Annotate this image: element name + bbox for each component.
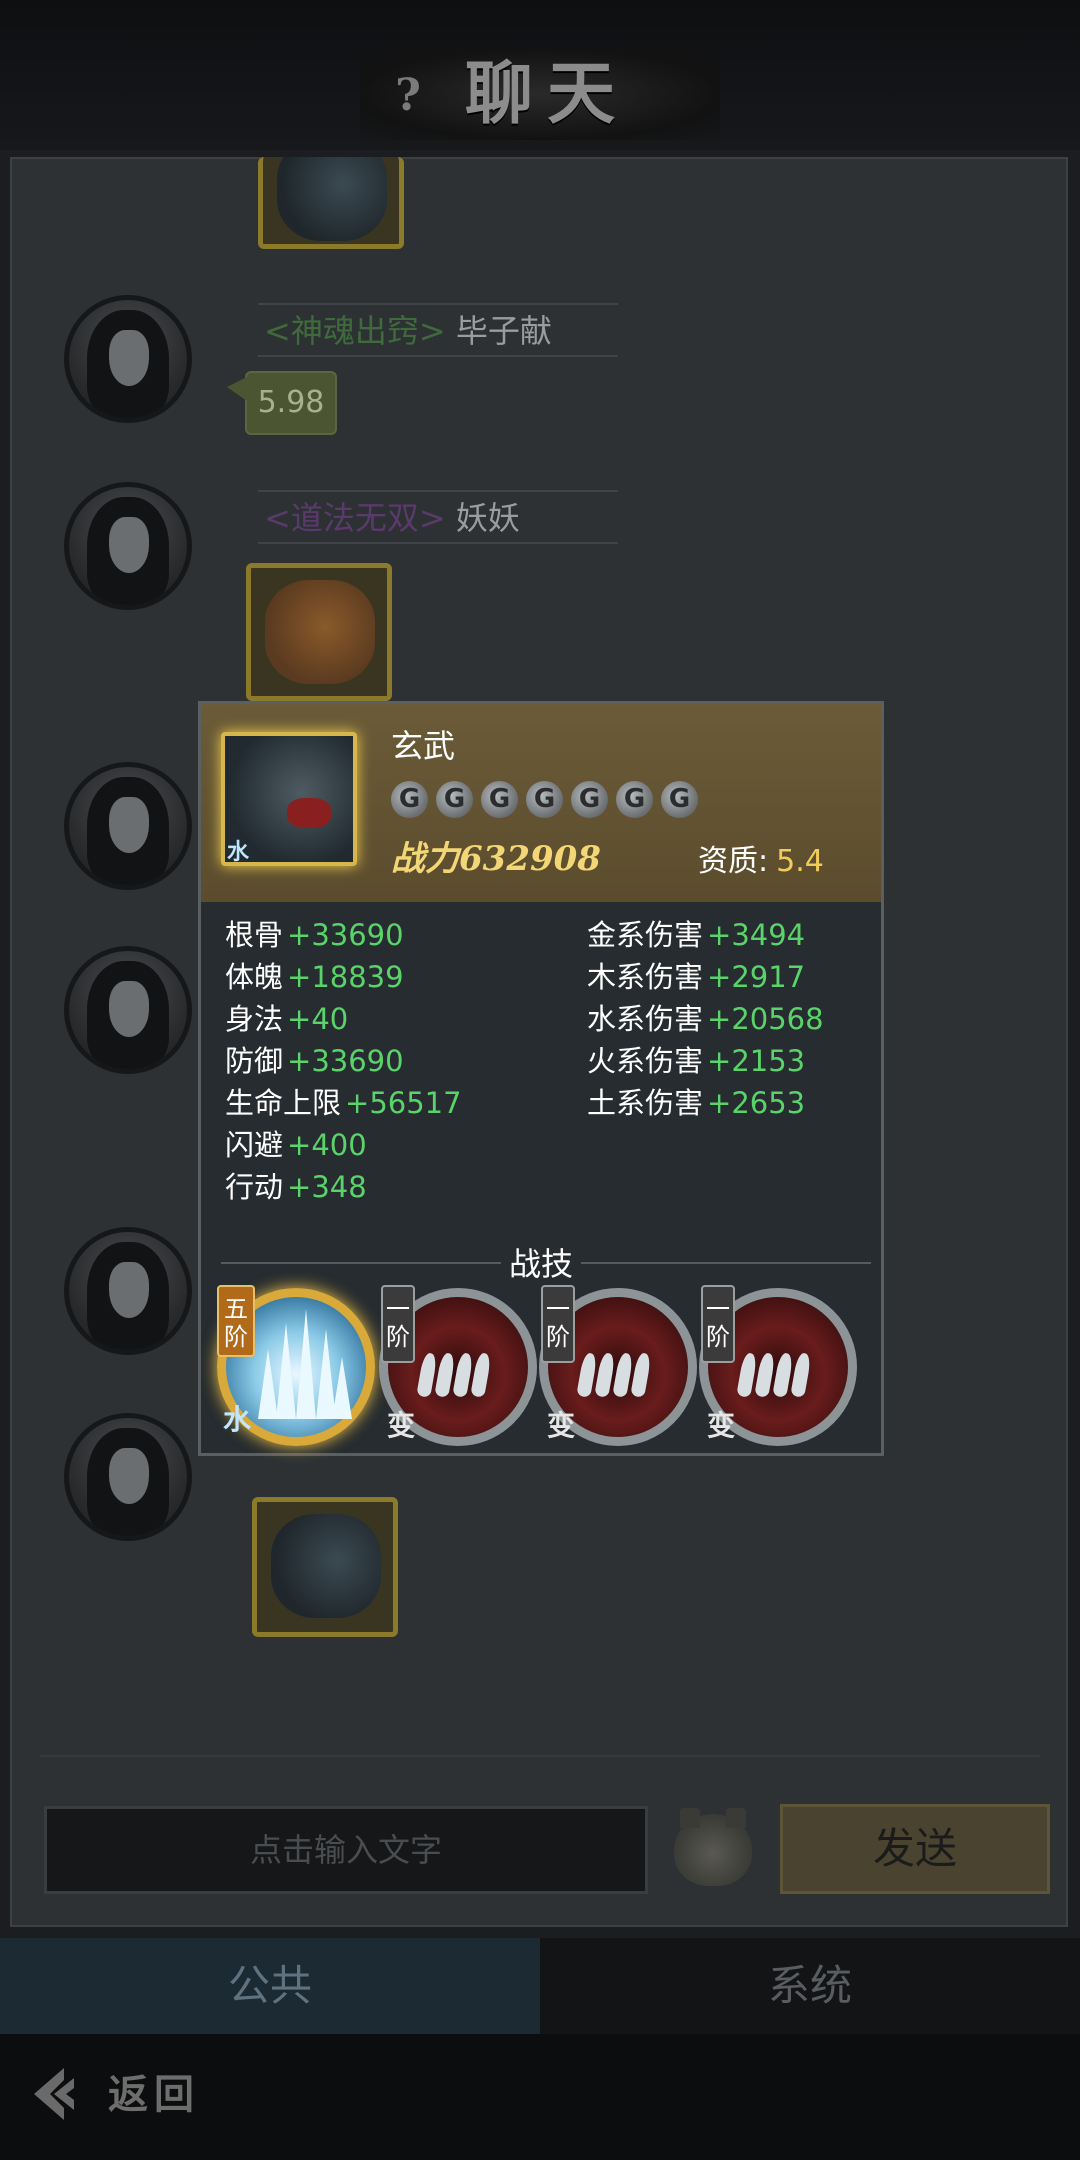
avatar[interactable] — [64, 482, 192, 610]
pet-name: 玄武 — [391, 727, 456, 765]
stat-value: +33690 — [287, 1044, 404, 1078]
skill-tier-badge: 五阶 — [217, 1285, 255, 1357]
skill-element-mark: 变 — [387, 1409, 416, 1442]
stat-row: 行动 +348 — [225, 1166, 462, 1208]
power-value: 632908 — [459, 839, 601, 879]
help-icon[interactable]: ? — [385, 70, 431, 122]
element-badge: 水 — [227, 840, 250, 865]
avatar[interactable] — [64, 946, 192, 1074]
stat-value: +33690 — [287, 918, 404, 952]
star-icon: G — [571, 781, 608, 818]
stat-value: +40 — [287, 1002, 349, 1036]
stat-label: 金系伤害 — [587, 918, 704, 952]
skill-tier-badge: 一阶 — [381, 1285, 415, 1363]
stat-row: 土系伤害 +2653 — [587, 1082, 824, 1124]
avatar[interactable] — [64, 762, 192, 890]
pet-portrait-icon: 水 — [221, 732, 357, 866]
stat-value: +400 — [287, 1128, 367, 1162]
stat-value: +3494 — [707, 918, 806, 952]
back-button[interactable]: 返回 — [30, 2060, 210, 2130]
star-icon: G — [481, 781, 518, 818]
pet-share-card[interactable] — [252, 1497, 398, 1637]
stat-value: +2653 — [707, 1086, 806, 1120]
stat-label: 土系伤害 — [587, 1086, 704, 1120]
avatar[interactable] — [64, 1227, 192, 1355]
top-bar: ? 聊天 — [0, 0, 1080, 150]
star-rating: G G G G G G G — [391, 781, 698, 821]
aptitude: 资质: 5.4 — [698, 840, 824, 884]
pet-detail-modal[interactable]: 水 玄武 G G G G G G G 战力632908 资质: 5.4 根骨 +33… — [198, 701, 884, 1456]
tab-public[interactable]: 公共 — [0, 1938, 540, 2034]
skill-tier-badge: 一阶 — [701, 1285, 735, 1363]
stats-left: 根骨 +33690 体魄 +18839 身法 +40 防御 +33690 生命上限 +56… — [225, 914, 462, 1208]
star-icon: G — [526, 781, 563, 818]
stat-label: 体魄 — [225, 960, 284, 994]
stat-row: 木系伤害 +2917 — [587, 956, 824, 998]
stat-value: +348 — [287, 1170, 367, 1204]
stat-value: +18839 — [287, 960, 404, 994]
stat-row: 根骨 +33690 — [225, 914, 462, 956]
skill-element-mark: 变 — [547, 1409, 576, 1442]
message-sender[interactable]: <神魂出窍> 毕子献 — [258, 303, 618, 357]
message-sender[interactable]: <道法无双> 妖妖 — [258, 490, 618, 544]
stat-label: 根骨 — [225, 918, 284, 952]
avatar[interactable] — [64, 1413, 192, 1541]
stat-row: 金系伤害 +3494 — [587, 914, 824, 956]
sender-title: <道法无双> — [264, 499, 446, 537]
stat-row: 体魄 +18839 — [225, 956, 462, 998]
pet-header: 水 玄武 G G G G G G G 战力632908 资质: 5.4 — [201, 704, 881, 902]
stat-label: 木系伤害 — [587, 960, 704, 994]
stat-value: +56517 — [345, 1086, 462, 1120]
back-arrow-icon — [34, 2068, 74, 2120]
sender-name: 毕子献 — [455, 312, 552, 350]
star-icon: G — [436, 781, 473, 818]
star-icon: G — [616, 781, 653, 818]
stat-label: 生命上限 — [225, 1086, 342, 1120]
stat-row: 生命上限 +56517 — [225, 1082, 462, 1124]
send-button[interactable]: 发送 — [780, 1804, 1050, 1894]
chat-divider — [40, 1755, 1040, 1757]
power-label: 战力 — [391, 839, 459, 879]
skill-tier-badge: 一阶 — [541, 1285, 575, 1363]
stat-label: 身法 — [225, 1002, 284, 1036]
skills-title: 战技 — [508, 1245, 573, 1283]
stat-value: +2153 — [707, 1044, 806, 1078]
emoji-tiger-icon[interactable] — [674, 1808, 752, 1886]
skill-element-mark: 变 — [707, 1409, 736, 1442]
star-icon: G — [661, 781, 698, 818]
aptitude-label: 资质: — [698, 844, 769, 879]
stat-label: 火系伤害 — [587, 1044, 704, 1078]
stat-label: 行动 — [225, 1170, 284, 1204]
stats-right: 金系伤害 +3494 木系伤害 +2917 水系伤害 +20568 火系伤害 +2153… — [587, 914, 824, 1124]
back-label: 返回 — [108, 2071, 200, 2118]
sender-title: <神魂出窍> — [264, 312, 446, 350]
stat-row: 防御 +33690 — [225, 1040, 462, 1082]
message-bubble: 5.98 — [227, 371, 337, 435]
star-icon: G — [391, 781, 428, 818]
pet-share-card[interactable] — [246, 563, 392, 701]
avatar[interactable] — [64, 295, 192, 423]
stat-row: 闪避 +400 — [225, 1124, 462, 1166]
skill-element-mark: 水 — [223, 1403, 252, 1436]
pet-share-card[interactable] — [258, 157, 404, 249]
stat-value: +20568 — [707, 1002, 824, 1036]
tab-system[interactable]: 系统 — [540, 1938, 1080, 2034]
stat-row: 身法 +40 — [225, 998, 462, 1040]
sender-name: 妖妖 — [455, 499, 520, 537]
stat-label: 水系伤害 — [587, 1002, 704, 1036]
page-title: 聊天 — [465, 54, 630, 134]
stat-row: 水系伤害 +20568 — [587, 998, 824, 1040]
combat-power: 战力632908 — [391, 834, 601, 884]
stat-label: 闪避 — [225, 1128, 284, 1162]
aptitude-value: 5.4 — [776, 844, 824, 879]
stat-row: 火系伤害 +2153 — [587, 1040, 824, 1082]
chat-input[interactable]: 点击输入文字 — [44, 1806, 648, 1894]
stat-label: 防御 — [225, 1044, 284, 1078]
stat-value: +2917 — [707, 960, 806, 994]
